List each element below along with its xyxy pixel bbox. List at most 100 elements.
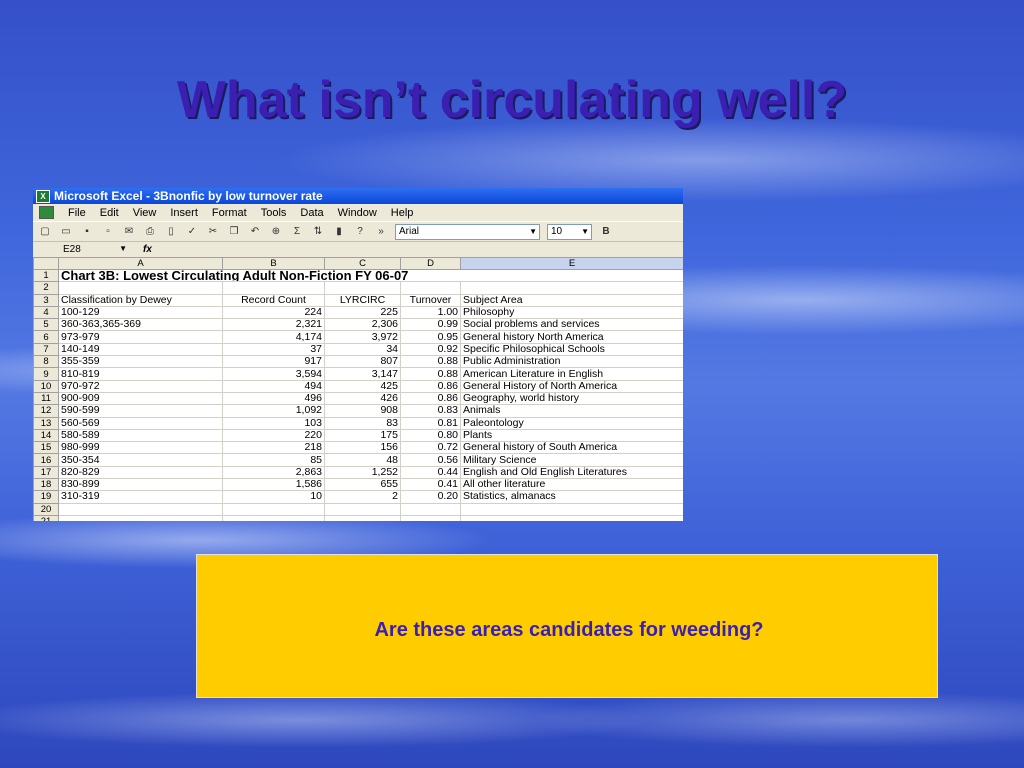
cut-icon[interactable]: ✂ xyxy=(206,225,220,238)
menu-data[interactable]: Data xyxy=(300,207,323,219)
cell[interactable]: 426 xyxy=(324,391,401,406)
row-header[interactable]: 7 xyxy=(33,342,59,357)
row-header[interactable]: 18 xyxy=(33,478,59,492)
print-icon[interactable]: ⎙ xyxy=(143,225,157,238)
cell[interactable]: 917 xyxy=(222,355,325,369)
cell[interactable]: 350-354 xyxy=(58,453,223,467)
row-header[interactable]: 21 xyxy=(33,514,59,521)
cell[interactable]: 10 xyxy=(222,490,325,504)
chart-title-cell[interactable]: Chart 3B: Lowest Circulating Adult Non-F… xyxy=(58,268,683,283)
row-header[interactable]: 19 xyxy=(33,490,59,504)
cell[interactable] xyxy=(58,281,223,295)
menu-insert[interactable]: Insert xyxy=(170,207,198,219)
cell[interactable]: 4,174 xyxy=(222,330,325,344)
row-header[interactable]: 10 xyxy=(33,379,59,393)
row-header[interactable]: 1 xyxy=(33,268,59,283)
row-header[interactable]: 11 xyxy=(33,391,59,406)
font-name-select[interactable]: Arial ▼ xyxy=(395,223,540,240)
cell[interactable] xyxy=(460,514,683,521)
cell[interactable]: 0.44 xyxy=(400,465,461,480)
cell[interactable]: 225 xyxy=(324,305,401,320)
cell[interactable]: Specific Philosophical Schools xyxy=(460,342,683,357)
cell[interactable]: 810-819 xyxy=(58,367,223,381)
cell[interactable]: 37 xyxy=(222,342,325,357)
toolbar-options-icon[interactable]: » xyxy=(374,225,388,238)
cell[interactable]: 83 xyxy=(324,416,401,430)
cell[interactable]: 218 xyxy=(222,441,325,455)
cell[interactable]: 0.72 xyxy=(400,441,461,455)
cell[interactable]: 1,252 xyxy=(324,465,401,480)
save-icon[interactable]: ▪ xyxy=(80,225,94,238)
column-header-e[interactable]: E xyxy=(460,257,683,270)
cell[interactable]: 0.41 xyxy=(400,478,461,492)
cell[interactable]: American Literature in English xyxy=(460,367,683,381)
menu-file[interactable]: File xyxy=(68,207,86,219)
cell[interactable]: All other literature xyxy=(460,478,683,492)
cell[interactable] xyxy=(222,514,325,521)
header-cell[interactable]: Record Count xyxy=(222,293,325,307)
cell[interactable]: 970-972 xyxy=(58,379,223,393)
cell[interactable]: Public Administration xyxy=(460,355,683,369)
cell[interactable]: General history North America xyxy=(460,330,683,344)
cell[interactable]: 3,972 xyxy=(324,330,401,344)
row-header[interactable]: 4 xyxy=(33,305,59,320)
column-header-b[interactable]: B xyxy=(222,257,325,270)
cell[interactable]: 0.99 xyxy=(400,318,461,332)
bold-icon[interactable]: B xyxy=(599,225,613,238)
header-cell[interactable]: Turnover xyxy=(400,293,461,307)
column-header-a[interactable]: A xyxy=(58,257,223,270)
name-box[interactable]: E28 ▼ xyxy=(33,244,127,255)
cell[interactable]: General History of North America xyxy=(460,379,683,393)
new-icon[interactable]: ▢ xyxy=(38,225,52,238)
open-icon[interactable]: ▭ xyxy=(59,225,73,238)
row-header[interactable]: 6 xyxy=(33,330,59,344)
cell[interactable] xyxy=(400,502,461,516)
cell[interactable]: 103 xyxy=(222,416,325,430)
cell[interactable]: Military Science xyxy=(460,453,683,467)
cell[interactable]: 156 xyxy=(324,441,401,455)
select-all-corner[interactable] xyxy=(33,257,59,270)
cell[interactable]: 830-899 xyxy=(58,478,223,492)
undo-icon[interactable]: ↶ xyxy=(248,225,262,238)
row-header[interactable]: 14 xyxy=(33,428,59,443)
cell[interactable]: 0.80 xyxy=(400,428,461,443)
cell[interactable]: 2,306 xyxy=(324,318,401,332)
cell[interactable]: 560-569 xyxy=(58,416,223,430)
sort-icon[interactable]: ⇅ xyxy=(311,225,325,238)
cell[interactable]: 1,092 xyxy=(222,404,325,418)
cell[interactable]: 0.88 xyxy=(400,367,461,381)
header-cell[interactable]: LYRCIRC xyxy=(324,293,401,307)
cell[interactable] xyxy=(58,514,223,521)
column-header-c[interactable]: C xyxy=(324,257,401,270)
column-header-d[interactable]: D xyxy=(400,257,461,270)
menu-help[interactable]: Help xyxy=(391,207,414,219)
cell[interactable]: Animals xyxy=(460,404,683,418)
menu-edit[interactable]: Edit xyxy=(100,207,119,219)
cell[interactable] xyxy=(222,502,325,516)
cell[interactable]: English and Old English Literatures xyxy=(460,465,683,480)
cell[interactable]: 2,321 xyxy=(222,318,325,332)
cell[interactable] xyxy=(400,514,461,521)
cell[interactable]: 0.95 xyxy=(400,330,461,344)
cell[interactable] xyxy=(400,281,461,295)
cell[interactable]: Philosophy xyxy=(460,305,683,320)
copy-icon[interactable]: ❐ xyxy=(227,225,241,238)
cell[interactable]: 590-599 xyxy=(58,404,223,418)
worksheet-grid[interactable]: A B C D E 1 Chart 3B: Lowest Circulating … xyxy=(33,257,683,521)
menu-tools[interactable]: Tools xyxy=(261,207,287,219)
cell[interactable]: 980-999 xyxy=(58,441,223,455)
cell[interactable]: 175 xyxy=(324,428,401,443)
cell[interactable] xyxy=(58,502,223,516)
row-header[interactable]: 16 xyxy=(33,453,59,467)
cell[interactable]: 807 xyxy=(324,355,401,369)
row-header[interactable]: 13 xyxy=(33,416,59,430)
cell[interactable] xyxy=(324,281,401,295)
cell[interactable]: 224 xyxy=(222,305,325,320)
cell[interactable]: 3,594 xyxy=(222,367,325,381)
menu-format[interactable]: Format xyxy=(212,207,247,219)
permission-icon[interactable]: ▫ xyxy=(101,225,115,238)
cell[interactable]: 2,863 xyxy=(222,465,325,480)
cell[interactable]: 0.88 xyxy=(400,355,461,369)
email-icon[interactable]: ✉ xyxy=(122,225,136,238)
cell[interactable]: 1,586 xyxy=(222,478,325,492)
